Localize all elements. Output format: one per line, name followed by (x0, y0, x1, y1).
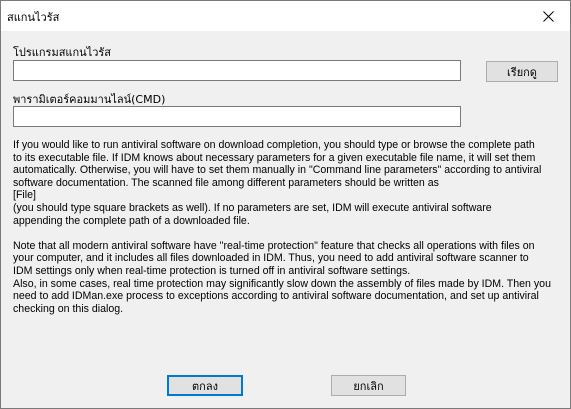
ok-button[interactable]: ตกลง (167, 375, 243, 396)
program-label: โปรแกรมสแกนไวรัส (13, 46, 112, 59)
program-path-input[interactable] (13, 60, 461, 81)
window-title: สแกนไวรัส (7, 11, 60, 24)
close-button[interactable] (526, 1, 570, 31)
description-text: If you would like to run antiviral softw… (13, 139, 561, 315)
close-icon (542, 10, 554, 22)
cancel-button[interactable]: ยกเลิก (331, 375, 406, 396)
antivirus-dialog: สแกนไวรัส โปรแกรมสแกนไวรัส เรียกดู พาราม… (0, 0, 571, 409)
description-paragraph-1: If you would like to run antiviral softw… (13, 139, 542, 227)
cmd-parameters-input[interactable] (13, 106, 461, 127)
title-bar: สแกนไวรัส (1, 1, 570, 31)
description-paragraph-2: Note that all modern antiviral software … (13, 239, 551, 315)
browse-button[interactable]: เรียกดู (486, 61, 558, 82)
